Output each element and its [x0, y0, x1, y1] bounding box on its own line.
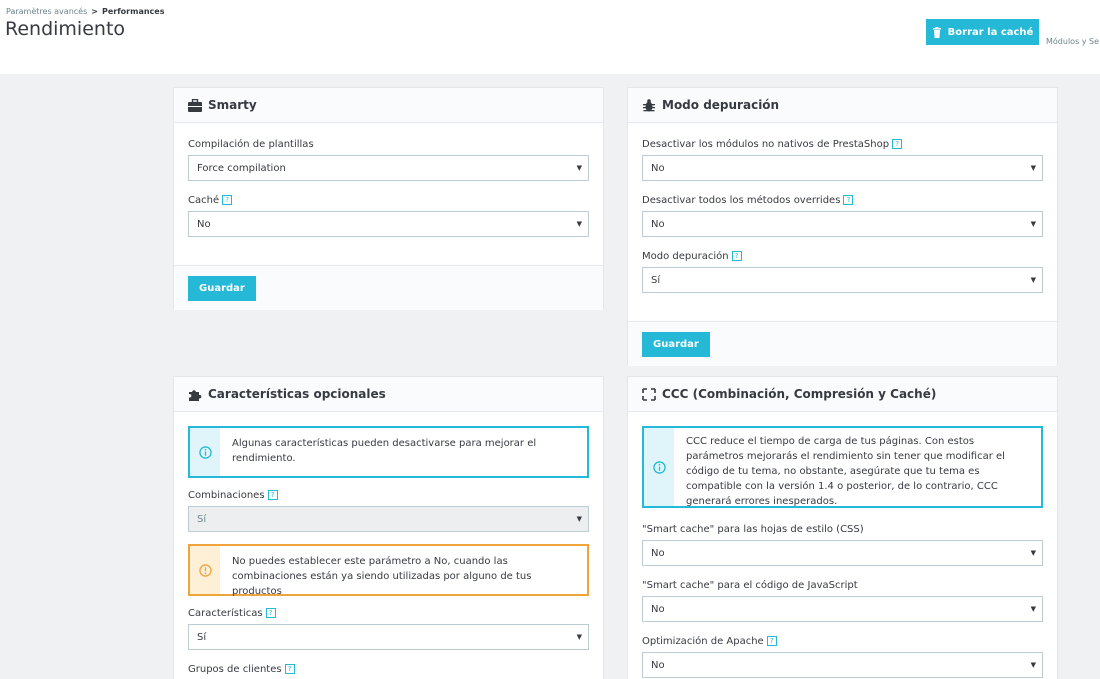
combinations-label-row: Combinaciones? — [188, 488, 589, 502]
apache-optimization-label: Optimización de Apache — [642, 635, 764, 647]
caret-down-icon: ▼ — [576, 220, 582, 228]
features-label: Características — [188, 607, 263, 619]
caret-down-icon: ▼ — [576, 515, 582, 523]
smarty-title: Smarty — [208, 98, 257, 112]
bug-icon — [643, 98, 655, 111]
smart-cache-css-label: "Smart cache" para las hojas de estilo (… — [642, 523, 864, 535]
smarty-cache-label-row: Caché? — [188, 193, 589, 207]
caret-down-icon: ▼ — [576, 164, 582, 172]
smarty-footer: Guardar — [174, 265, 603, 310]
nonnative-modules-value: No — [651, 162, 665, 174]
ccc-heading: CCC (Combinación, Compresión y Caché) — [628, 377, 1057, 412]
features-value: Sí — [197, 631, 207, 643]
trash-icon — [932, 26, 941, 38]
modules-link[interactable]: Módulos y Se — [1046, 37, 1099, 46]
smart-cache-js-select[interactable]: No ▼ — [642, 596, 1043, 622]
smart-cache-css-value: No — [651, 547, 665, 559]
combinations-label: Combinaciones — [188, 489, 265, 501]
overrides-label: Desactivar todos los métodos overrides — [642, 194, 841, 206]
smart-cache-js-label: "Smart cache" para el código de JavaScri… — [642, 579, 858, 591]
debug-mode-select[interactable]: Sí ▼ — [642, 267, 1043, 293]
smarty-save-button[interactable]: Guardar — [188, 276, 256, 301]
overrides-value: No — [651, 218, 665, 230]
smarty-cache-label: Caché — [188, 194, 220, 206]
smarty-cache-select[interactable]: No ▼ — [188, 211, 589, 237]
template-compilation-value: Force compilation — [197, 162, 286, 174]
clear-cache-label: Borrar la caché — [947, 26, 1034, 38]
optional-features-title: Características opcionales — [208, 387, 386, 401]
debug-mode-label: Modo depuración — [642, 250, 729, 262]
customer-groups-label-row: Grupos de clientes? — [188, 662, 589, 676]
optional-info-text: Algunas características pueden desactiva… — [232, 438, 537, 464]
apache-optimization-select[interactable]: No ▼ — [642, 652, 1043, 678]
nonnative-modules-select[interactable]: No ▼ — [642, 155, 1043, 181]
clear-cache-button[interactable]: Borrar la caché — [926, 19, 1039, 45]
template-compilation-select[interactable]: Force compilation ▼ — [188, 155, 589, 181]
info-icon — [652, 460, 666, 474]
debug-mode-value: Sí — [651, 274, 661, 286]
customer-groups-label: Grupos de clientes — [188, 663, 282, 675]
smarty-heading: Smarty — [174, 88, 603, 123]
ccc-panel: CCC (Combinación, Compresión y Caché) CC… — [627, 376, 1058, 679]
smarty-cache-value: No — [197, 218, 211, 230]
combinations-select: Sí ▼ — [188, 506, 589, 532]
caret-down-icon: ▼ — [1030, 605, 1036, 613]
breadcrumb-current: Performances — [101, 7, 165, 16]
page-title: Rendimiento — [5, 18, 126, 40]
breadcrumb: Paramètres avancés > Performances — [6, 7, 164, 16]
debug-heading: Modo depuración — [628, 88, 1057, 123]
apache-optimization-value: No — [651, 659, 665, 671]
smart-cache-css-select[interactable]: No ▼ — [642, 540, 1043, 566]
features-label-row: Características? — [188, 606, 589, 620]
ccc-info-alert: CCC reduce el tiempo de carga de tus pág… — [642, 426, 1043, 508]
combinations-value: Sí — [197, 513, 207, 525]
breadcrumb-separator: > — [91, 7, 98, 16]
debug-footer: Guardar — [628, 321, 1057, 366]
help-icon[interactable]: ? — [892, 139, 903, 149]
smart-cache-js-value: No — [651, 603, 665, 615]
debug-save-button[interactable]: Guardar — [642, 332, 710, 357]
template-compilation-label: Compilación de plantillas — [188, 138, 314, 150]
caret-down-icon: ▼ — [1030, 164, 1036, 172]
apache-label-row: Optimización de Apache? — [642, 634, 1043, 648]
optional-features-panel: Características opcionales Algunas carac… — [173, 376, 604, 679]
help-icon[interactable]: ? — [265, 608, 276, 618]
help-icon[interactable]: ? — [766, 636, 777, 646]
optional-info-alert: Algunas características pueden desactiva… — [188, 426, 589, 478]
briefcase-icon — [188, 98, 202, 112]
debug-panel: Modo depuración Desactivar los módulos n… — [627, 87, 1058, 366]
help-icon[interactable]: ? — [267, 490, 278, 500]
breadcrumb-parent[interactable]: Paramètres avancés — [6, 7, 87, 16]
ccc-info-text: CCC reduce el tiempo de carga de tus pág… — [686, 436, 1005, 507]
caret-down-icon: ▼ — [1030, 661, 1036, 669]
overrides-select[interactable]: No ▼ — [642, 211, 1043, 237]
caret-down-icon: ▼ — [1030, 549, 1036, 557]
caret-down-icon: ▼ — [1030, 220, 1036, 228]
debug-mode-label-row: Modo depuración? — [642, 249, 1043, 263]
caret-down-icon: ▼ — [1030, 276, 1036, 284]
debug-title: Modo depuración — [662, 98, 780, 112]
help-icon[interactable]: ? — [731, 251, 742, 261]
ccc-title: CCC (Combinación, Compresión y Caché) — [662, 387, 937, 401]
help-icon[interactable]: ? — [222, 195, 233, 205]
puzzle-icon — [189, 389, 202, 401]
nonnative-modules-label: Desactivar los módulos no nativos de Pre… — [642, 138, 890, 150]
info-icon — [198, 445, 212, 459]
features-select[interactable]: Sí ▼ — [188, 624, 589, 650]
page-header: Paramètres avancés > Performances Rendimie… — [0, 0, 1100, 74]
smarty-panel: Smarty Compilación de plantillas Force c… — [173, 87, 604, 310]
fullscreen-icon — [642, 387, 656, 401]
caret-down-icon: ▼ — [576, 633, 582, 641]
optional-features-heading: Características opcionales — [174, 377, 603, 412]
combinations-warning-alert: No puedes establecer este parámetro a No… — [188, 544, 589, 597]
overrides-label-row: Desactivar todos los métodos overrides? — [642, 193, 1043, 207]
combinations-warning-text: No puedes establecer este parámetro a No… — [232, 556, 532, 597]
warning-icon — [198, 563, 212, 577]
help-icon[interactable]: ? — [843, 195, 854, 205]
help-icon[interactable]: ? — [284, 664, 295, 674]
nonnative-label-row: Desactivar los módulos no nativos de Pre… — [642, 137, 1043, 151]
